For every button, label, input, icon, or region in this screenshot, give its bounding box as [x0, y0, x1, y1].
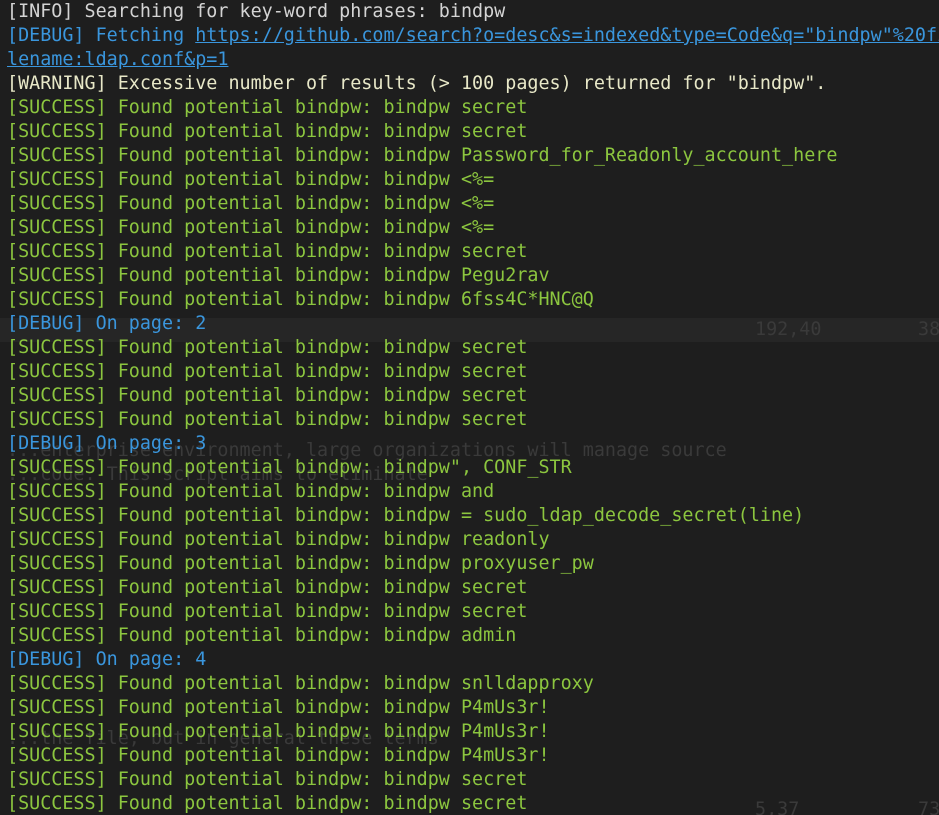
log-line-success: [SUCCESS] Found potential bindpw: bindpw… [7, 625, 517, 646]
log-line-success: [SUCCESS] Found potential bindpw: bindpw… [7, 217, 495, 238]
log-line-success: [SUCCESS] Found potential bindpw: bindpw… [7, 745, 550, 766]
log-line-success: [SUCCESS] Found potential bindpw: bindpw… [7, 793, 528, 814]
log-line-success: [SUCCESS] Found potential bindpw: bindpw… [7, 385, 528, 406]
log-line-debug: [DEBUG] On page: 2 [7, 313, 207, 334]
log-line-success: [SUCCESS] Found potential bindpw: bindpw… [7, 577, 528, 598]
log-line-success: [SUCCESS] Found potential bindpw: bindpw… [7, 337, 528, 358]
search-url-link-continued[interactable]: lename:ldap.conf&p=1 [7, 49, 228, 70]
log-line-debug: lename:ldap.conf&p=1 [7, 48, 939, 72]
log-line-success: [SUCCESS] Found potential bindpw: bindpw… [7, 697, 550, 718]
log-line-success: [SUCCESS] Found potential bindpw: bindpw… [7, 169, 495, 190]
log-line-success: [SUCCESS] Found potential bindpw: bindpw… [7, 145, 838, 166]
debug-prefix: [DEBUG] Fetching [7, 25, 196, 46]
log-line-success: [SUCCESS] Found potential bindpw: bindpw… [7, 721, 550, 742]
log-line-success: [SUCCESS] Found potential bindpw: bindpw… [7, 601, 528, 622]
log-line-success: [SUCCESS] Found potential bindpw: bindpw… [7, 529, 550, 550]
log-line-success: [SUCCESS] Found potential bindpw: bindpw… [7, 361, 528, 382]
log-line-success: [SUCCESS] Found potential bindpw: bindpw… [7, 409, 528, 430]
log-line-success: [SUCCESS] Found potential bindpw: bindpw… [7, 457, 572, 478]
log-line-success: [SUCCESS] Found potential bindpw: bindpw… [7, 289, 594, 310]
log-line-success: [SUCCESS] Found potential bindpw: bindpw… [7, 553, 594, 574]
log-line-success: [SUCCESS] Found potential bindpw: bindpw… [7, 241, 528, 262]
search-url-link[interactable]: https://github.com/search?o=desc&s=index… [195, 25, 939, 46]
log-line-success: [SUCCESS] Found potential bindpw: bindpw… [7, 121, 528, 142]
log-line-success: [SUCCESS] Found potential bindpw: bindpw… [7, 97, 528, 118]
terminal-window[interactable]: 192,40 38 ...enterprise environment, lar… [0, 0, 939, 815]
log-line-warning: [WARNING] Excessive number of results (>… [7, 73, 827, 94]
log-line-success: [SUCCESS] Found potential bindpw: bindpw… [7, 769, 528, 790]
log-line-info: [INFO] Searching for key-word phrases: b… [7, 1, 506, 22]
log-line-success: [SUCCESS] Found potential bindpw: bindpw… [7, 673, 594, 694]
log-line-success: [SUCCESS] Found potential bindpw: bindpw… [7, 481, 495, 502]
log-line-debug: [DEBUG] On page: 4 [7, 649, 207, 670]
log-line-success: [SUCCESS] Found potential bindpw: bindpw… [7, 193, 495, 214]
log-line-success: [SUCCESS] Found potential bindpw: bindpw… [7, 265, 550, 286]
log-line-debug: [DEBUG] Fetching https://github.com/sear… [7, 24, 939, 48]
log-line-debug: [DEBUG] On page: 3 [7, 433, 207, 454]
log-line-success: [SUCCESS] Found potential bindpw: bindpw… [7, 505, 805, 526]
log-output[interactable]: [INFO] Searching for key-word phrases: b… [7, 0, 939, 815]
